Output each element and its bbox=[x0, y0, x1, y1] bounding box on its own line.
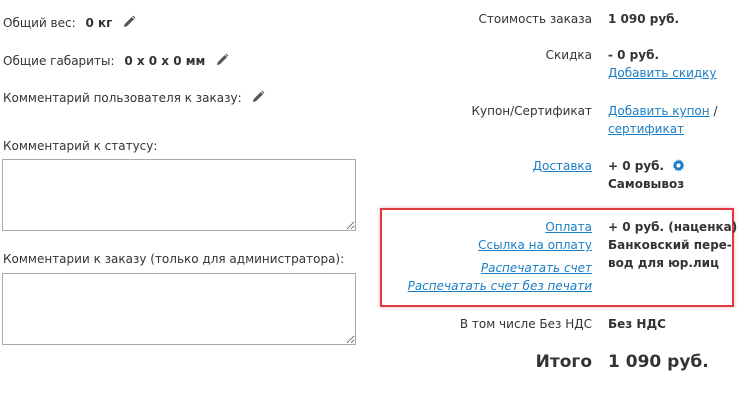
dimensions-label: Общие габариты: bbox=[3, 54, 115, 68]
total-value: 1 090 руб. bbox=[608, 352, 709, 372]
total-label: Итого bbox=[535, 352, 592, 372]
order-cost-value: 1 090 руб. bbox=[608, 12, 680, 26]
edit-dimensions-pencil-icon[interactable] bbox=[215, 53, 229, 70]
status-comment-label: Комментарий к статусу: bbox=[3, 139, 158, 153]
discount-label: Скидка bbox=[545, 48, 592, 62]
add-coupon-link[interactable]: Добавить купон bbox=[608, 104, 710, 118]
payment-method-line2: вод для юр.лиц bbox=[608, 256, 719, 270]
payment-method-line1: Банковский пере- bbox=[608, 238, 732, 252]
total-weight-label: Общий вес: bbox=[3, 16, 76, 30]
payment-link[interactable]: Оплата bbox=[545, 220, 592, 234]
vat-label: В том числе Без НДС bbox=[459, 317, 592, 331]
delivery-value: + 0 руб. bbox=[608, 159, 665, 173]
vat-value: Без НДС bbox=[608, 317, 666, 331]
discount-value: - 0 руб. bbox=[608, 48, 660, 62]
delivery-method: Самовывоз bbox=[608, 177, 685, 191]
print-invoice-link[interactable]: Распечатать счет bbox=[481, 261, 592, 275]
delivery-value-row: + 0 руб. bbox=[608, 159, 685, 175]
admin-comment-textarea[interactable] bbox=[2, 273, 356, 345]
coupon-slash: / bbox=[713, 104, 718, 118]
total-weight-row: Общий вес: 0 кг bbox=[3, 15, 136, 32]
dimensions-row: Общие габариты: 0 x 0 x 0 мм bbox=[3, 53, 229, 70]
coupon-label: Купон/Сертификат bbox=[471, 104, 592, 118]
add-discount-link[interactable]: Добавить скидку bbox=[608, 66, 717, 80]
edit-user-comment-pencil-icon[interactable] bbox=[251, 90, 265, 107]
payment-url-link[interactable]: Ссылка на оплату bbox=[478, 238, 592, 252]
payment-value: + 0 руб. (наценка) bbox=[608, 220, 738, 234]
dimensions-value: 0 x 0 x 0 мм bbox=[124, 54, 206, 68]
user-comment-label: Комментарий пользователя к заказу: bbox=[3, 91, 242, 105]
delivery-link[interactable]: Доставка bbox=[533, 159, 592, 173]
print-invoice-no-stamp-link[interactable]: Распечатать счет без печати bbox=[408, 279, 592, 293]
coupon-links-line1: Добавить купон / bbox=[608, 104, 717, 118]
total-weight-value: 0 кг bbox=[85, 16, 113, 30]
add-certificate-link[interactable]: сертификат bbox=[608, 122, 684, 136]
edit-weight-pencil-icon[interactable] bbox=[122, 15, 136, 32]
status-comment-textarea[interactable] bbox=[2, 159, 356, 231]
delivery-settings-gear-icon[interactable] bbox=[672, 159, 685, 175]
admin-comment-label: Комментарии к заказу (только для админис… bbox=[3, 252, 345, 266]
user-comment-row: Комментарий пользователя к заказу: bbox=[3, 90, 265, 107]
order-cost-label: Стоимость заказа bbox=[478, 12, 592, 26]
